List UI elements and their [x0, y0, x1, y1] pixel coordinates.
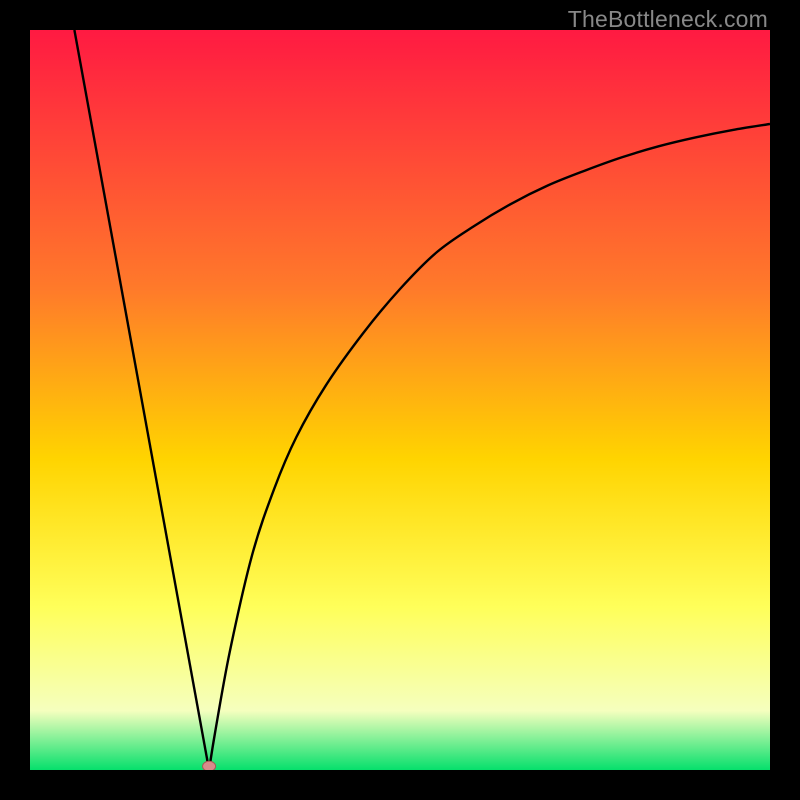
minimum-marker	[203, 761, 216, 770]
chart-frame	[30, 30, 770, 770]
watermark-text: TheBottleneck.com	[568, 6, 768, 33]
chart-svg	[30, 30, 770, 770]
